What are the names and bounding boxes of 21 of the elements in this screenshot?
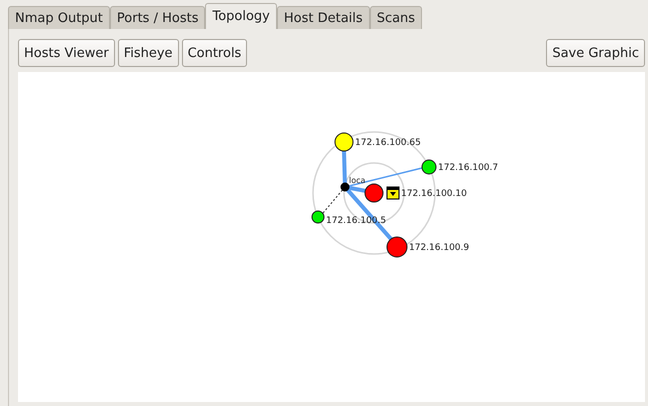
tab[interactable]: Topology [205,3,277,29]
host-node[interactable] [312,210,324,224]
tab[interactable]: Ports / Hosts [110,6,206,29]
tab[interactable]: Nmap Output [8,6,110,29]
node-label: 172.16.100.9 [409,243,470,253]
center-node[interactable] [340,182,350,192]
toolbar-button[interactable]: Controls [182,39,248,67]
tab[interactable]: Scans [370,6,422,29]
node-label: loca [349,176,366,185]
node-label: 172.16.100.7 [438,163,498,173]
toolbar-button[interactable]: Hosts Viewer [18,39,115,67]
host-node[interactable] [422,160,436,174]
tab[interactable]: Host Details [276,6,370,29]
host-node[interactable] [334,132,354,152]
save-graphic-button[interactable]: Save Graphic [546,39,645,67]
node-label: 172.16.100.65 [355,138,421,148]
toolbar-button[interactable]: Fisheye [118,39,179,67]
host-node[interactable] [364,184,384,202]
lock-icon [386,186,400,200]
node-label: 172.16.100.10 [401,189,467,199]
host-node[interactable] [386,236,408,258]
